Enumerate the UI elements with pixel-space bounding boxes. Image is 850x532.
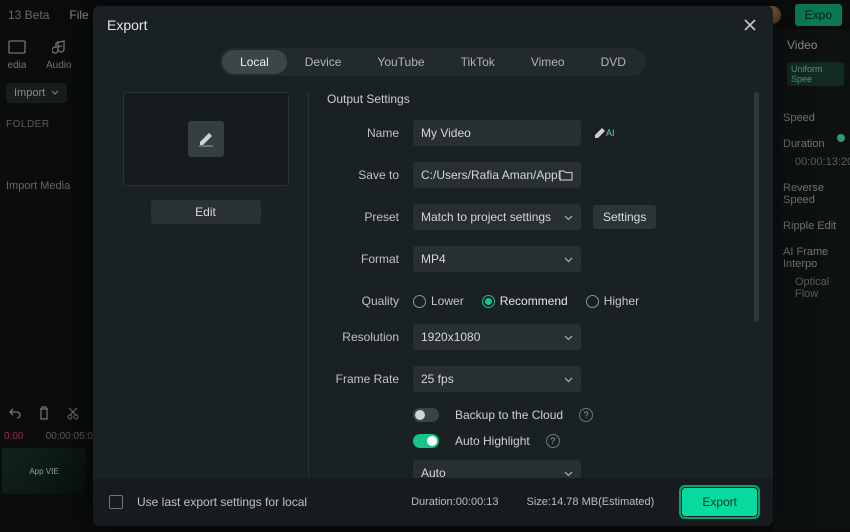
output-settings-heading: Output Settings <box>327 92 753 106</box>
settings-button[interactable]: Settings <box>593 205 656 229</box>
resolution-value: 1920x1080 <box>421 330 480 344</box>
help-icon[interactable]: ? <box>579 408 593 422</box>
name-input[interactable]: My Video <box>413 120 581 146</box>
name-label: Name <box>327 126 413 140</box>
resolution-label: Resolution <box>327 330 413 344</box>
auto-value: Auto <box>421 466 446 478</box>
format-value: MP4 <box>421 252 446 266</box>
auto-select[interactable]: Auto <box>413 460 581 478</box>
quality-higher-radio[interactable]: Higher <box>586 294 639 308</box>
format-label: Format <box>327 252 413 266</box>
export-button[interactable]: Export <box>682 488 757 516</box>
preset-label: Preset <box>327 210 413 224</box>
close-icon[interactable] <box>741 16 759 34</box>
tab-device[interactable]: Device <box>287 50 360 74</box>
dialog-title: Export <box>107 17 147 33</box>
edit-button[interactable]: Edit <box>151 200 261 224</box>
auto-highlight-label: Auto Highlight <box>455 434 530 448</box>
quality-lower-radio[interactable]: Lower <box>413 294 464 308</box>
save-to-input[interactable]: C:/Users/Rafia Aman/AppData <box>413 162 581 188</box>
preset-select[interactable]: Match to project settings <box>413 204 581 230</box>
quality-label: Quality <box>327 294 413 308</box>
backup-cloud-toggle[interactable] <box>413 408 439 422</box>
use-last-label: Use last export settings for local <box>137 495 307 509</box>
chevron-down-icon <box>564 210 573 224</box>
backup-cloud-label: Backup to the Cloud <box>455 408 563 422</box>
preview-thumbnail <box>123 92 289 186</box>
tab-dvd[interactable]: DVD <box>583 50 644 74</box>
format-select[interactable]: MP4 <box>413 246 581 272</box>
frame-rate-select[interactable]: 25 fps <box>413 366 581 392</box>
auto-highlight-toggle[interactable] <box>413 434 439 448</box>
size-info: Size:14.78 MB(Estimated) <box>527 496 655 508</box>
preset-value: Match to project settings <box>421 210 551 224</box>
browse-folder-icon[interactable] <box>559 169 573 181</box>
frame-rate-value: 25 fps <box>421 372 454 386</box>
frame-rate-label: Frame Rate <box>327 372 413 386</box>
scrollbar-thumb[interactable] <box>754 92 759 322</box>
export-tabs: Local Device YouTube TikTok Vimeo DVD <box>220 48 646 76</box>
duration-info: Duration:00:00:13 <box>411 496 498 508</box>
edit-name-icon[interactable]: AI <box>593 126 615 140</box>
use-last-checkbox[interactable] <box>109 495 123 509</box>
tab-vimeo[interactable]: Vimeo <box>513 50 583 74</box>
tab-local[interactable]: Local <box>222 50 287 74</box>
help-icon[interactable]: ? <box>546 434 560 448</box>
chevron-down-icon <box>564 466 573 478</box>
chevron-down-icon <box>564 372 573 386</box>
pencil-icon <box>188 121 224 157</box>
tab-youtube[interactable]: YouTube <box>359 50 442 74</box>
save-to-label: Save to <box>327 168 413 182</box>
quality-recommend-radio[interactable]: Recommend <box>482 294 568 308</box>
resolution-select[interactable]: 1920x1080 <box>413 324 581 350</box>
export-dialog: Export Local Device YouTube TikTok Vimeo… <box>93 6 773 526</box>
tab-tiktok[interactable]: TikTok <box>443 50 513 74</box>
chevron-down-icon <box>564 330 573 344</box>
chevron-down-icon <box>564 252 573 266</box>
